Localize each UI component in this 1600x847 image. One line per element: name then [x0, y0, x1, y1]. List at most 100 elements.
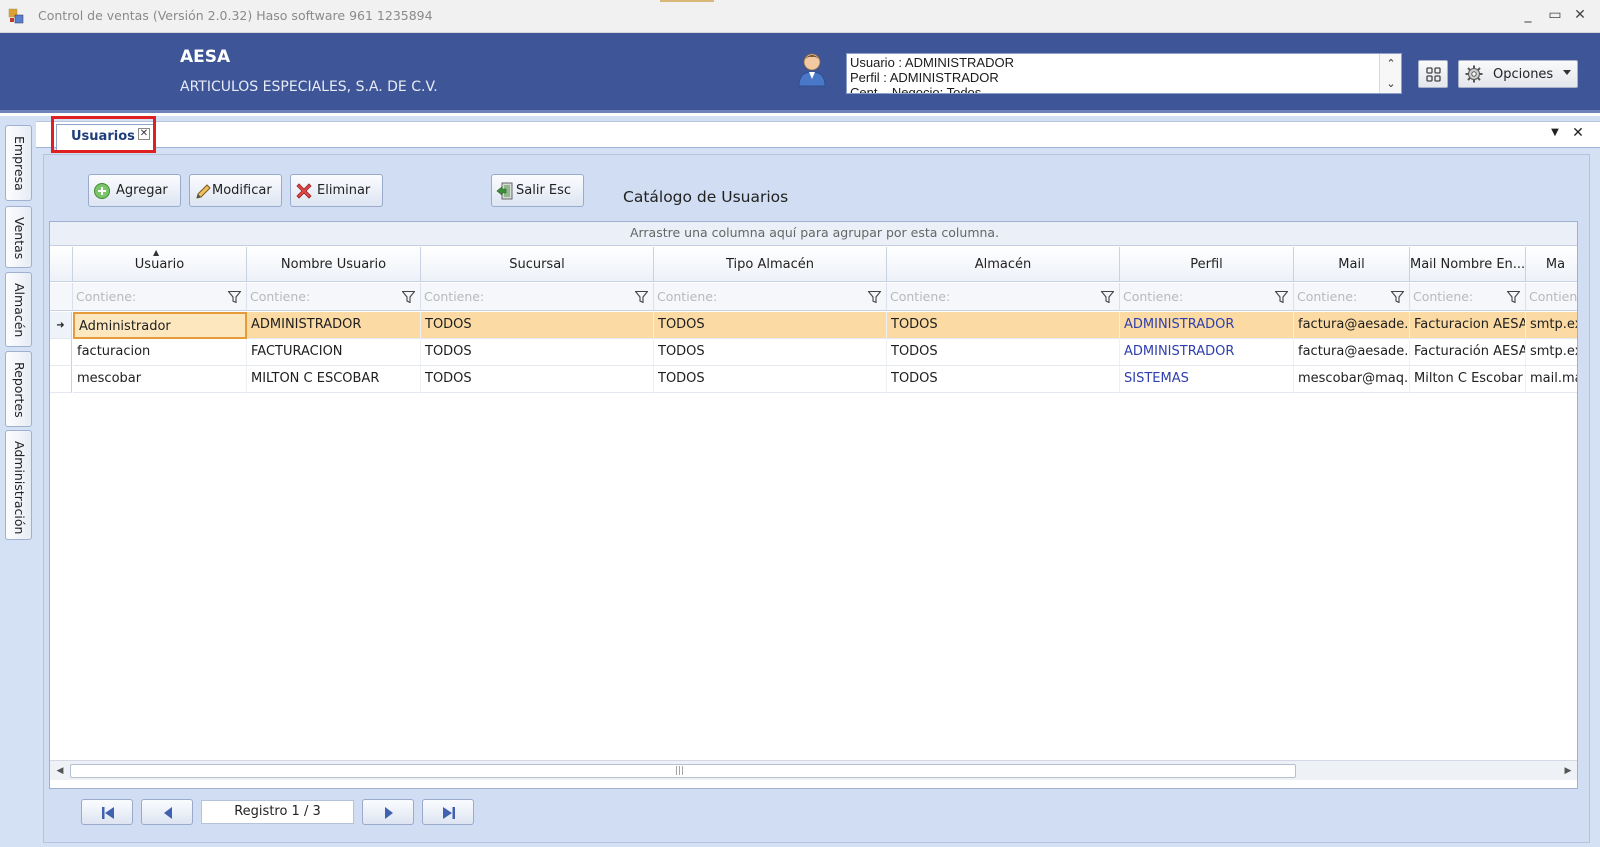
cell-perfil[interactable]: ADMINISTRADOR — [1120, 312, 1294, 339]
filter-almacen[interactable]: Contiene: — [887, 283, 1120, 311]
column-header-mail-nombre[interactable]: Mail Nombre En... — [1410, 247, 1526, 282]
horizontal-scrollbar[interactable]: ◀ ||| ▶ — [50, 760, 1577, 780]
tab-highlight-box — [51, 116, 156, 153]
cell-sucursal[interactable]: TODOS — [421, 339, 654, 366]
filter-ma[interactable]: Contiene: — [1526, 283, 1577, 311]
filter-icon[interactable] — [1391, 291, 1404, 303]
opciones-button[interactable]: Opciones — [1458, 60, 1578, 88]
cell-tipo-almacen[interactable]: TODOS — [654, 339, 887, 366]
filter-perfil[interactable]: Contiene: — [1120, 283, 1294, 311]
scroll-left-icon[interactable]: ◀ — [53, 764, 67, 778]
modificar-button[interactable]: Modificar — [189, 174, 282, 207]
cell-almacen[interactable]: TODOS — [887, 312, 1120, 339]
user-info-usuario: Usuario : ADMINISTRADOR — [850, 55, 1014, 70]
delete-x-icon — [296, 183, 312, 199]
column-header-sucursal[interactable]: Sucursal — [421, 247, 654, 282]
cell-mail-nombre[interactable]: Milton C Escobar — [1410, 366, 1526, 393]
scroll-up-icon[interactable]: ⌃ — [1380, 54, 1401, 73]
side-tab-empresa[interactable]: Empresa — [5, 125, 32, 201]
gear-icon — [1465, 65, 1483, 83]
exit-door-icon — [496, 182, 513, 200]
filter-icon[interactable] — [402, 291, 415, 303]
tab-list-dropdown-icon[interactable]: ▼ — [1548, 127, 1562, 141]
agregar-button[interactable]: Agregar — [88, 174, 181, 207]
filter-icon[interactable] — [635, 291, 648, 303]
column-header-perfil[interactable]: Perfil — [1120, 247, 1294, 282]
previous-record-button[interactable] — [141, 799, 193, 825]
cell-perfil[interactable]: SISTEMAS — [1120, 366, 1294, 393]
side-tab-administracion[interactable]: Administración — [5, 430, 32, 540]
cell-usuario[interactable]: mescobar — [73, 366, 247, 393]
cell-almacen[interactable]: TODOS — [887, 366, 1120, 393]
cell-mail[interactable]: factura@aesade... — [1294, 339, 1410, 366]
cell-mail[interactable]: factura@aesade... — [1294, 312, 1410, 339]
column-header-mail[interactable]: Mail — [1294, 247, 1410, 282]
scroll-grip-icon: ||| — [675, 766, 685, 776]
cell-mail[interactable]: mescobar@maq... — [1294, 366, 1410, 393]
last-record-button[interactable] — [422, 799, 474, 825]
row-indicator — [50, 339, 72, 366]
usuarios-grid[interactable]: Arrastre una columna aquí para agrupar p… — [49, 221, 1578, 789]
cell-almacen[interactable]: TODOS — [887, 339, 1120, 366]
column-header-label: Mail — [1338, 257, 1365, 272]
cell-sucursal[interactable]: TODOS — [421, 366, 654, 393]
window-title: Control de ventas (Versión 2.0.32) Haso … — [38, 8, 433, 23]
close-window-button[interactable]: ✕ — [1568, 4, 1592, 26]
side-tab-reportes[interactable]: Reportes — [5, 351, 32, 427]
filter-sucursal[interactable]: Contiene: — [421, 283, 654, 311]
column-header-almacen[interactable]: Almacén — [887, 247, 1120, 282]
scroll-thumb[interactable]: ||| — [70, 764, 1296, 778]
filter-mail[interactable]: Contiene: — [1294, 283, 1410, 311]
group-by-panel[interactable]: Arrastre una columna aquí para agrupar p… — [50, 222, 1577, 246]
filter-tipo-almacen[interactable]: Contiene: — [654, 283, 887, 311]
cell-ma[interactable]: smtp.ex — [1526, 312, 1577, 339]
restore-button[interactable]: ▭ — [1543, 4, 1567, 26]
app-window-icon — [8, 8, 24, 24]
filter-nombre-usuario[interactable]: Contiene: — [247, 283, 421, 311]
side-tab-almacen[interactable]: Almacén — [5, 272, 32, 347]
cell-tipo-almacen[interactable]: TODOS — [654, 366, 887, 393]
filter-icon[interactable] — [1275, 291, 1288, 303]
cell-nombre-usuario[interactable]: MILTON C ESCOBAR — [247, 366, 421, 393]
cell-usuario[interactable]: Administrador — [73, 312, 247, 339]
salir-button[interactable]: Salir Esc — [491, 174, 584, 207]
cell-mail-nombre[interactable]: Facturación AESA — [1410, 339, 1526, 366]
last-record-icon — [443, 807, 455, 819]
user-info-scroll[interactable]: ⌃ ⌄ — [1379, 54, 1401, 93]
layout-grid-button[interactable] — [1418, 60, 1448, 88]
column-header-ma[interactable]: Ma — [1526, 247, 1577, 282]
column-header-tipo-almacen[interactable]: Tipo Almacén — [654, 247, 887, 282]
column-header-usuario[interactable]: Usuario ▲ — [73, 247, 247, 282]
column-header-nombre-usuario[interactable]: Nombre Usuario — [247, 247, 421, 282]
cell-nombre-usuario[interactable]: FACTURACION — [247, 339, 421, 366]
column-header-label: Tipo Almacén — [725, 257, 814, 272]
filter-icon[interactable] — [1507, 291, 1520, 303]
company-short-name: AESA — [180, 47, 231, 67]
filter-mail-nombre[interactable]: Contiene: — [1410, 283, 1526, 311]
eliminar-button[interactable]: Eliminar — [290, 174, 383, 207]
cell-tipo-almacen[interactable]: TODOS — [654, 312, 887, 339]
scroll-down-icon[interactable]: ⌄ — [1380, 74, 1401, 93]
filter-icon[interactable] — [228, 291, 241, 303]
cell-perfil[interactable]: ADMINISTRADOR — [1120, 339, 1294, 366]
cell-mail-nombre[interactable]: Facturacion AESA — [1410, 312, 1526, 339]
cell-ma[interactable]: smtp.ex — [1526, 339, 1577, 366]
add-icon — [94, 183, 110, 199]
company-full-name: ARTICULOS ESPECIALES, S.A. DE C.V. — [180, 79, 438, 95]
filter-icon[interactable] — [1101, 291, 1114, 303]
scroll-right-icon[interactable]: ▶ — [1561, 764, 1575, 778]
grid-icon — [1426, 67, 1441, 82]
minimize-button[interactable]: _ — [1516, 4, 1540, 26]
header-band: AESA ARTICULOS ESPECIALES, S.A. DE C.V. … — [0, 33, 1600, 113]
filter-usuario[interactable]: Contiene: — [73, 283, 247, 311]
cell-ma[interactable]: mail.ma — [1526, 366, 1577, 393]
first-record-button[interactable] — [81, 799, 133, 825]
cell-sucursal[interactable]: TODOS — [421, 312, 654, 339]
cell-usuario[interactable]: facturacion — [73, 339, 247, 366]
next-record-button[interactable] — [362, 799, 414, 825]
close-document-icon[interactable]: ✕ — [1570, 125, 1586, 141]
side-tab-ventas[interactable]: Ventas — [5, 206, 32, 268]
user-info-box[interactable]: Usuario : ADMINISTRADOR Perfil : ADMINIS… — [846, 53, 1402, 94]
cell-nombre-usuario[interactable]: ADMINISTRADOR — [247, 312, 421, 339]
filter-icon[interactable] — [868, 291, 881, 303]
